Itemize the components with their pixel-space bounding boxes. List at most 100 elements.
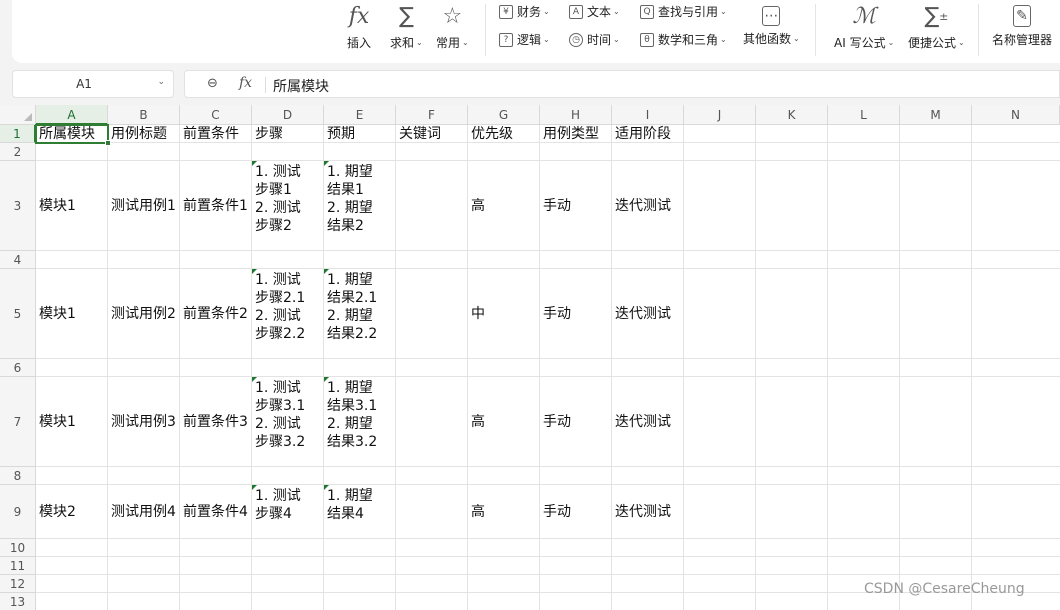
column-header-l[interactable]: L	[828, 105, 900, 125]
text-icon: A	[569, 4, 583, 19]
column-header-h[interactable]: H	[540, 105, 612, 125]
name-manager-button[interactable]: ✎ 名称管理器	[992, 2, 1052, 48]
cell-d3[interactable]: 1. 测试 步骤1 2. 测试 步骤2	[252, 161, 324, 251]
cell-b3[interactable]: 测试用例1	[108, 161, 180, 251]
text-format-marker	[324, 485, 329, 490]
formula-content[interactable]: 所属模块	[273, 76, 329, 96]
ai-formula-button[interactable]: ℳ AI 写公式 ⌄	[834, 2, 894, 51]
cell-g5[interactable]: 中	[468, 269, 540, 359]
row-header-1[interactable]: 1	[0, 125, 36, 143]
row-header-8[interactable]: 8	[0, 467, 36, 485]
column-header-i[interactable]: I	[612, 105, 684, 125]
cell-h9[interactable]: 手动	[540, 485, 612, 539]
row-header-7[interactable]: 7	[0, 377, 36, 467]
column-header-a[interactable]: A	[36, 105, 108, 125]
row-header-12[interactable]: 12	[0, 575, 36, 593]
cell-text: 前置条件	[183, 126, 239, 142]
column-header-j[interactable]: J	[684, 105, 756, 125]
column-header-d[interactable]: D	[252, 105, 324, 125]
select-all-icon	[24, 113, 32, 121]
row-header-10[interactable]: 10	[0, 539, 36, 557]
cell-e5[interactable]: 1. 期望 结果2.1 2. 期望 结果2.2	[324, 269, 396, 359]
row-header-2[interactable]: 2	[0, 143, 36, 161]
cell-e1[interactable]: 预期	[324, 125, 396, 143]
cell-b7[interactable]: 测试用例3	[108, 377, 180, 467]
cell-e3[interactable]: 1. 期望 结果1 2. 期望 结果2	[324, 161, 396, 251]
cell-d1[interactable]: 步骤	[252, 125, 324, 143]
math-functions-button[interactable]: θ 数学和三角 ⌄	[640, 31, 727, 48]
cell-h3[interactable]: 手动	[540, 161, 612, 251]
cell-c5[interactable]: 前置条件2	[180, 269, 252, 359]
row-header-13[interactable]: 13	[0, 593, 36, 610]
cell-a7[interactable]: 模块1	[36, 377, 108, 467]
cell-c3[interactable]: 前置条件1	[180, 161, 252, 251]
other-functions-button[interactable]: ⋯ 其他函数 ⌄	[743, 2, 800, 47]
logic-functions-button[interactable]: ? 逻辑 ⌄	[499, 31, 550, 48]
fill-handle[interactable]	[105, 140, 111, 146]
cell-g9[interactable]: 高	[468, 485, 540, 539]
common-functions-button[interactable]: ☆ 常用 ⌄	[436, 2, 469, 51]
cell-d5[interactable]: 1. 测试 步骤2.1 2. 测试 步骤2.2	[252, 269, 324, 359]
cell-g3[interactable]: 高	[468, 161, 540, 251]
lookup-functions-button[interactable]: Q 查找与引用 ⌄	[640, 3, 727, 20]
cell-a3[interactable]: 模块1	[36, 161, 108, 251]
cell-i3[interactable]: 迭代测试	[612, 161, 684, 251]
cell-g7[interactable]: 高	[468, 377, 540, 467]
cell-a5[interactable]: 模块1	[36, 269, 108, 359]
active-cell-selection[interactable]	[35, 124, 111, 146]
ribbon-divider	[815, 4, 816, 56]
column-header-e[interactable]: E	[324, 105, 396, 125]
chevron-down-icon: ⌄	[543, 35, 550, 44]
cell-d7[interactable]: 1. 测试 步骤3.1 2. 测试 步骤3.2	[252, 377, 324, 467]
column-gridline	[899, 125, 900, 610]
column-header-k[interactable]: K	[756, 105, 828, 125]
fx-icon[interactable]: fx	[239, 75, 252, 91]
column-header-g[interactable]: G	[468, 105, 540, 125]
cell-b1[interactable]: 用例标题	[108, 125, 180, 143]
time-functions-button[interactable]: ◷ 时间 ⌄	[569, 31, 620, 48]
row-header-11[interactable]: 11	[0, 557, 36, 575]
insert-function-button[interactable]: fx 插入	[345, 2, 373, 51]
cell-b9[interactable]: 测试用例4	[108, 485, 180, 539]
name-box[interactable]: A1 ⌄	[12, 70, 174, 98]
cell-i1[interactable]: 适用阶段	[612, 125, 684, 143]
cell-h5[interactable]: 手动	[540, 269, 612, 359]
chevron-down-icon[interactable]: ⌄	[157, 77, 165, 87]
row-header-5[interactable]: 5	[0, 269, 36, 359]
cell-b5[interactable]: 测试用例2	[108, 269, 180, 359]
cell-g1[interactable]: 优先级	[468, 125, 540, 143]
zoom-icon[interactable]: ⊖	[207, 76, 218, 91]
cell-text: 1. 测试 步骤1 2. 测试 步骤2	[255, 164, 301, 234]
column-header-m[interactable]: M	[900, 105, 972, 125]
text-functions-button[interactable]: A 文本 ⌄	[569, 3, 620, 20]
cell-h1[interactable]: 用例类型	[540, 125, 612, 143]
cell-i9[interactable]: 迭代测试	[612, 485, 684, 539]
cell-e9[interactable]: 1. 期望 结果4	[324, 485, 396, 539]
cell-d9[interactable]: 1. 测试 步骤4	[252, 485, 324, 539]
cell-i7[interactable]: 迭代测试	[612, 377, 684, 467]
cell-h7[interactable]: 手动	[540, 377, 612, 467]
cell-text: 迭代测试	[615, 306, 671, 322]
column-header-f[interactable]: F	[396, 105, 468, 125]
spreadsheet-grid[interactable]: A B C D E F G H I J K L M N 1 2 3 4 5 6 7 8 9 10 11 12 13 所属模块 用例标题前…	[0, 105, 1060, 610]
column-header-n[interactable]: N	[972, 105, 1060, 125]
finance-functions-button[interactable]: ¥ 财务 ⌄	[499, 3, 550, 20]
cell-c9[interactable]: 前置条件4	[180, 485, 252, 539]
select-all-corner[interactable]	[0, 105, 36, 125]
cell-c7[interactable]: 前置条件3	[180, 377, 252, 467]
quick-formula-button[interactable]: ∑ ± 便捷公式 ⌄	[908, 2, 965, 51]
cell-i5[interactable]: 迭代测试	[612, 269, 684, 359]
column-header-c[interactable]: C	[180, 105, 252, 125]
cell-a9[interactable]: 模块2	[36, 485, 108, 539]
column-header-b[interactable]: B	[108, 105, 180, 125]
cell-text: 模块1	[39, 198, 76, 214]
formula-bar[interactable]: ⊖ fx 所属模块	[184, 70, 1060, 98]
cell-f1[interactable]: 关键词	[396, 125, 468, 143]
row-header-3[interactable]: 3	[0, 161, 36, 251]
row-header-6[interactable]: 6	[0, 359, 36, 377]
row-header-4[interactable]: 4	[0, 251, 36, 269]
sum-button[interactable]: ∑ 求和 ⌄	[390, 2, 423, 51]
cell-c1[interactable]: 前置条件	[180, 125, 252, 143]
row-header-9[interactable]: 9	[0, 485, 36, 539]
cell-e7[interactable]: 1. 期望 结果3.1 2. 期望 结果3.2	[324, 377, 396, 467]
